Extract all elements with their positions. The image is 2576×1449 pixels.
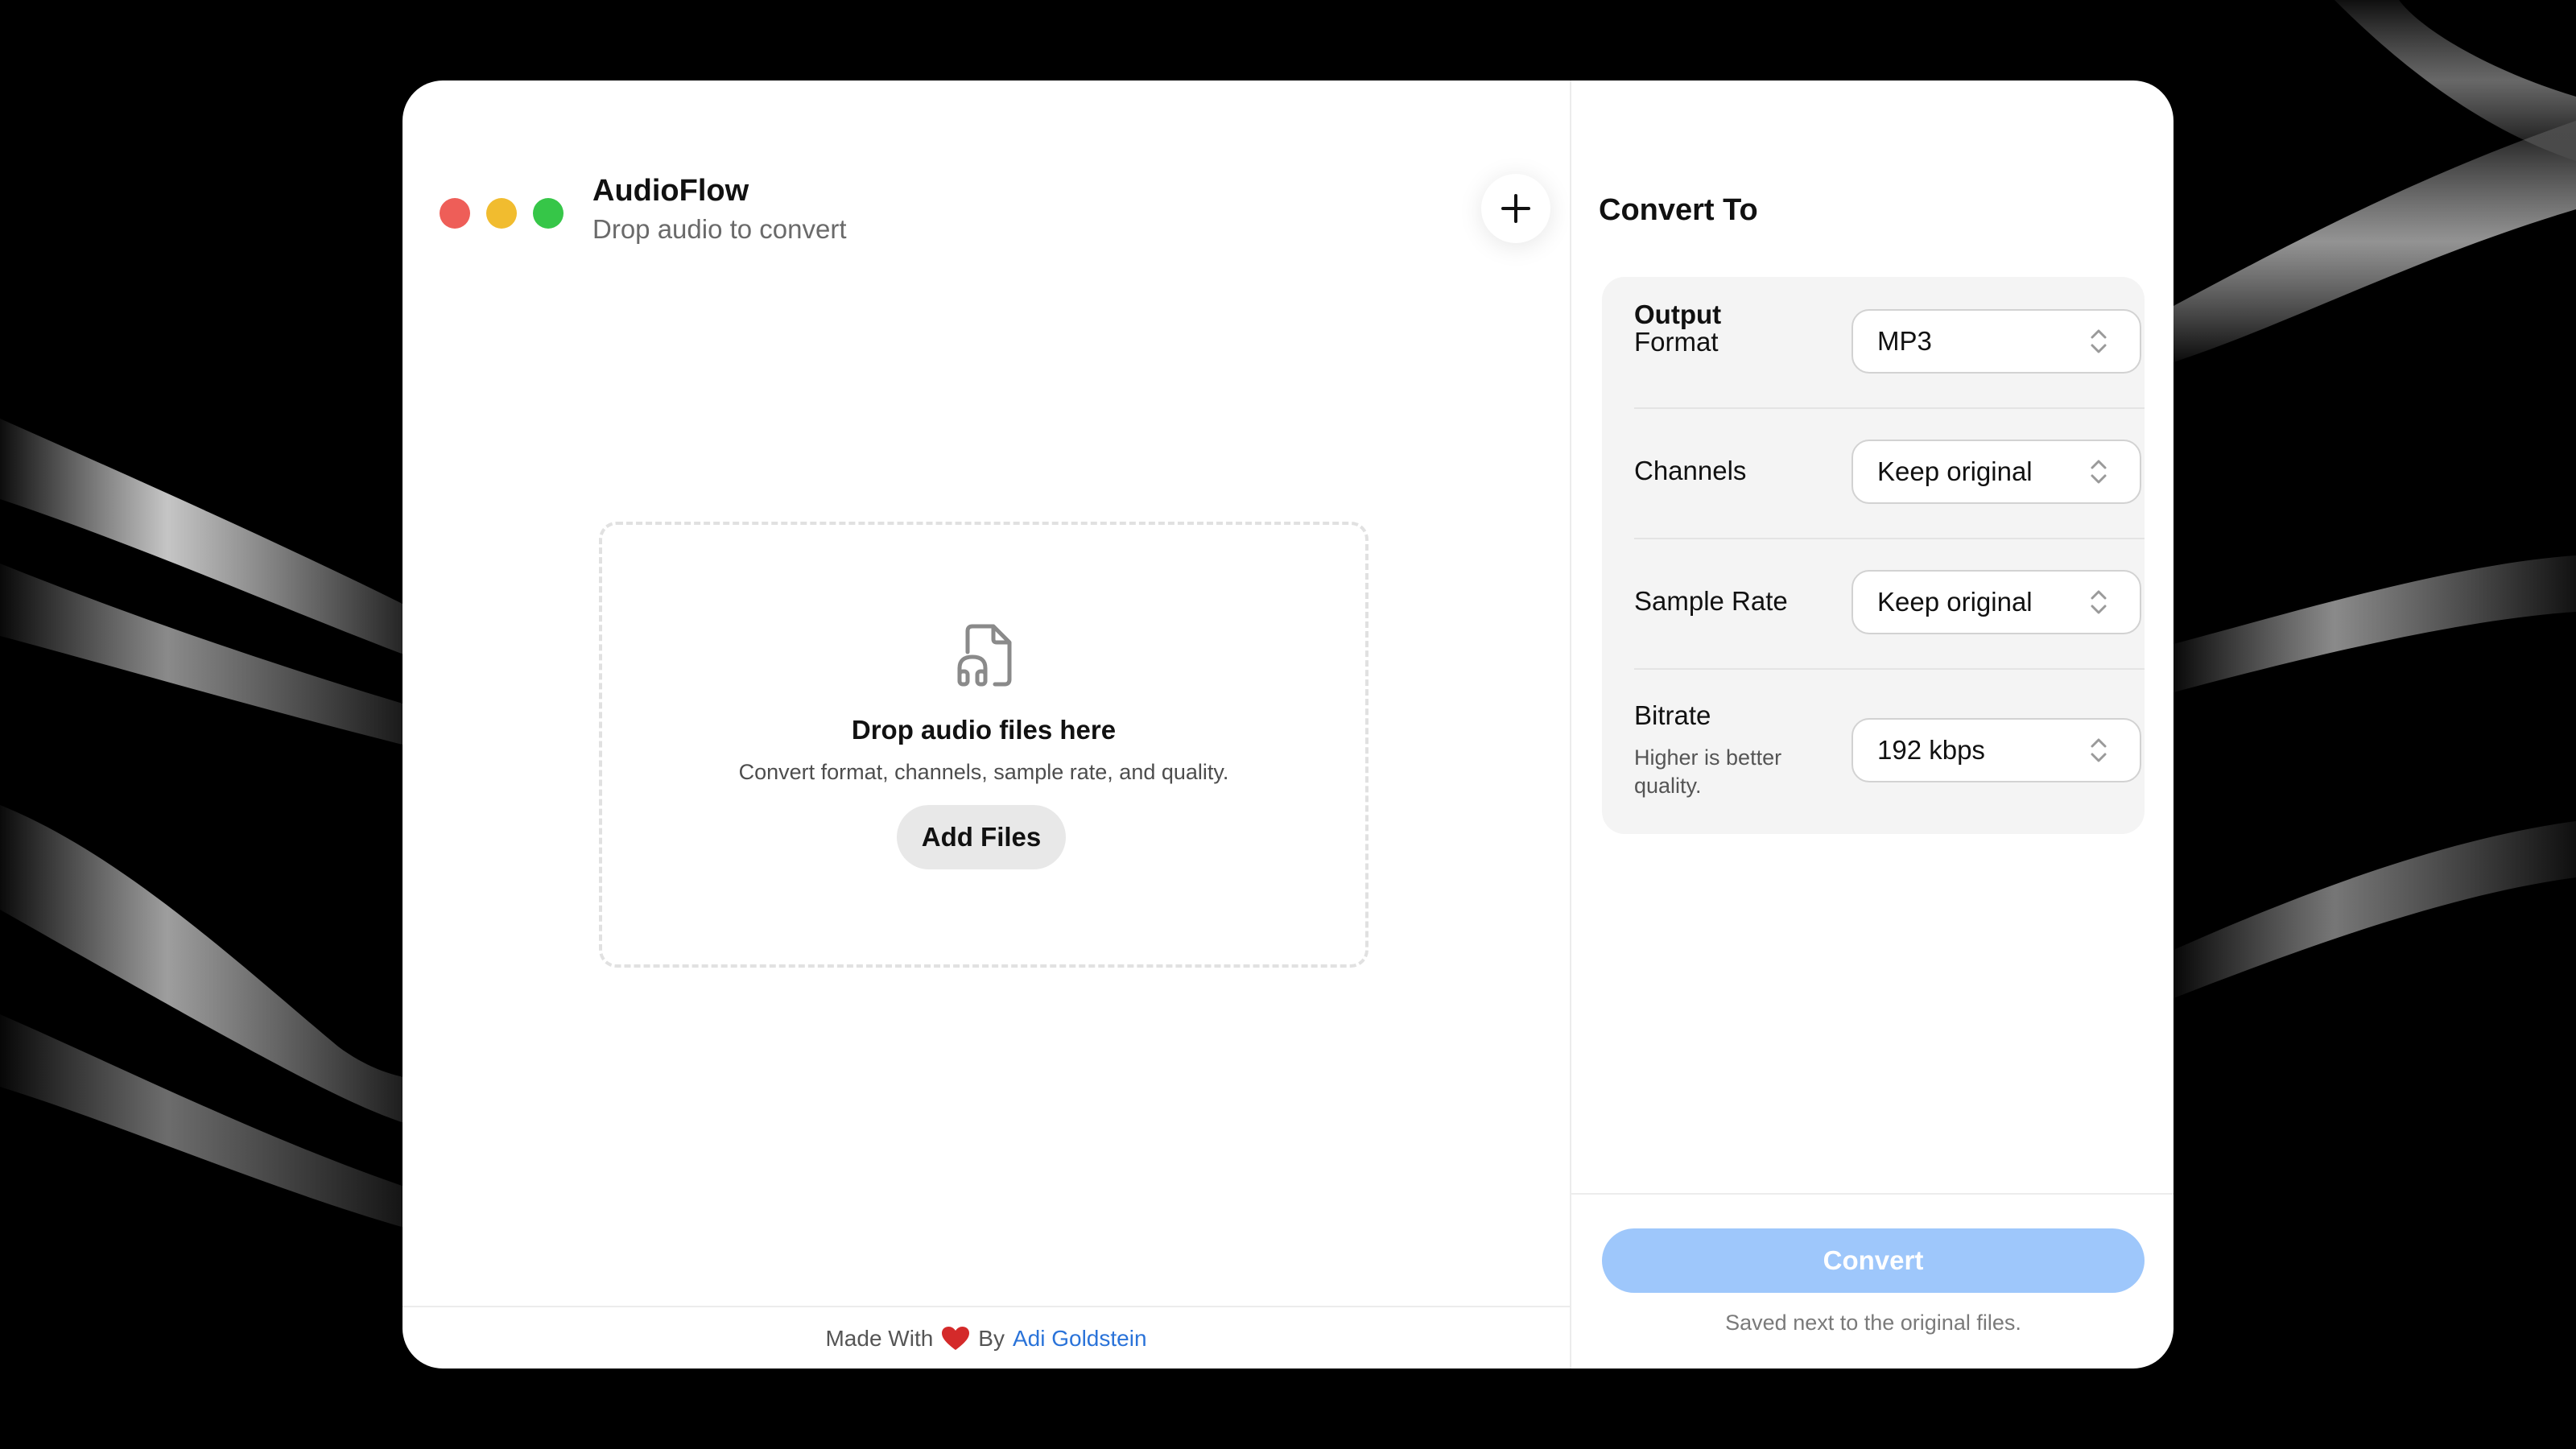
setting-row-sample-rate: Sample Rate Keep original (1634, 538, 2145, 670)
channels-select[interactable]: Keep original (1852, 440, 2141, 504)
saved-location-note: Saved next to the original files. (1725, 1311, 2021, 1335)
zoom-window-button[interactable] (533, 198, 564, 229)
settings-panel: Convert To Format MP3 Channels Keep orig… (1570, 80, 2174, 1368)
chevron-updown-icon (2091, 460, 2107, 484)
footer-by: By (978, 1326, 1005, 1351)
output-settings-card: Format MP3 Channels Keep original Sample… (1602, 277, 2145, 834)
main-pane: AudioFlow Drop audio to convert Drop aud… (402, 80, 1570, 1368)
app-window: AudioFlow Drop audio to convert Drop aud… (402, 80, 2174, 1368)
sample-rate-select[interactable]: Keep original (1852, 570, 2141, 634)
divider (1571, 1193, 2174, 1195)
audio-file-icon (957, 624, 1012, 687)
format-label: Format (1634, 327, 1719, 357)
format-select[interactable]: MP3 (1852, 309, 2141, 374)
app-title: AudioFlow (592, 174, 749, 208)
chevron-updown-icon (2091, 329, 2107, 353)
bitrate-value: 192 kbps (1877, 735, 1985, 765)
heart-icon (941, 1326, 970, 1352)
add-files-button[interactable]: Add Files (897, 805, 1066, 869)
channels-label: Channels (1634, 456, 1747, 485)
author-link[interactable]: Adi Goldstein (1013, 1326, 1147, 1352)
sample-rate-value: Keep original (1877, 587, 2033, 617)
drop-zone-title: Drop audio files here (851, 715, 1117, 745)
format-value: MP3 (1877, 326, 1932, 356)
channels-value: Keep original (1877, 456, 2033, 486)
close-window-button[interactable] (440, 198, 470, 229)
panel-title: Convert To (1599, 193, 1758, 227)
convert-button[interactable]: Convert (1602, 1228, 2145, 1293)
minimize-window-button[interactable] (486, 198, 517, 229)
setting-row-bitrate: Bitrate Higher is better quality. 192 kb… (1634, 668, 2145, 834)
drop-zone[interactable]: Drop audio files here Convert format, ch… (599, 522, 1368, 968)
app-subtitle: Drop audio to convert (592, 214, 847, 244)
add-button[interactable] (1481, 174, 1550, 243)
footer: Made With By Adi Goldstein (402, 1306, 1570, 1368)
drop-zone-subtitle: Convert format, channels, sample rate, a… (738, 760, 1229, 784)
bitrate-select[interactable]: 192 kbps (1852, 718, 2141, 782)
setting-row-channels: Channels Keep original (1634, 407, 2145, 539)
bitrate-label: Bitrate (1634, 700, 1711, 730)
bitrate-note: Higher is better quality. (1634, 745, 1782, 798)
sample-rate-label: Sample Rate (1634, 586, 1788, 616)
chevron-updown-icon (2091, 738, 2107, 762)
plus-icon (1501, 194, 1530, 223)
output-section-label: Output (1634, 299, 1722, 329)
chevron-updown-icon (2091, 590, 2107, 614)
setting-row-format: Format MP3 (1634, 277, 2145, 409)
footer-made-with: Made With (825, 1326, 934, 1351)
